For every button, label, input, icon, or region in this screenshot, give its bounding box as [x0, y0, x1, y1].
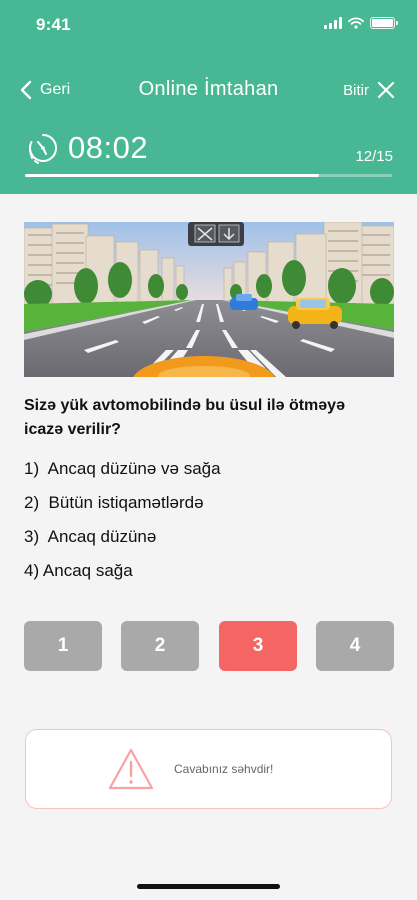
home-indicator[interactable] [137, 884, 280, 889]
stopwatch-icon [29, 134, 58, 164]
status-icons [324, 17, 398, 29]
finish-button[interactable]: Bitir [343, 76, 395, 104]
answer-buttons: 1 2 3 4 [24, 621, 394, 671]
timer-value: 08:02 [68, 130, 149, 165]
question-image [24, 222, 394, 377]
option-3: 3) Ancaq düzünə [24, 527, 157, 546]
progress-fill [25, 174, 319, 177]
progress-bar [25, 174, 392, 177]
answer-options: 1) Ancaq düzünə və sağa 2) Bütün istiqam… [24, 458, 221, 594]
timer: 08:02 [26, 130, 148, 166]
signal-icon [324, 17, 342, 29]
status-bar: 9:41 [0, 0, 417, 50]
answer-button-4[interactable]: 4 [316, 621, 394, 671]
battery-icon [370, 17, 398, 29]
answer-button-3[interactable]: 3 [219, 621, 297, 671]
feedback-card: Cavabınız səhvdir! [25, 729, 392, 809]
question-counter: 12/15 [355, 148, 393, 165]
app-header: 9:41 Geri Online İmtahan Bitir 08:02 12/… [0, 0, 417, 194]
option-1: 1) Ancaq düzünə və sağa [24, 459, 221, 478]
answer-button-1[interactable]: 1 [24, 621, 102, 671]
finish-label: Bitir [343, 81, 369, 99]
option-4: 4) Ancaq sağa [24, 561, 133, 580]
close-icon [377, 81, 395, 99]
feedback-message: Cavabınız səhvdir! [174, 762, 274, 776]
status-time: 9:41 [36, 15, 71, 34]
question-text: Sizə yük avtomobilində bu üsul ilə ötməy… [24, 397, 345, 438]
option-2: 2) Bütün istiqamətlərdə [24, 493, 204, 512]
answer-button-2[interactable]: 2 [121, 621, 199, 671]
warning-icon [108, 748, 154, 790]
wifi-icon [348, 17, 364, 29]
